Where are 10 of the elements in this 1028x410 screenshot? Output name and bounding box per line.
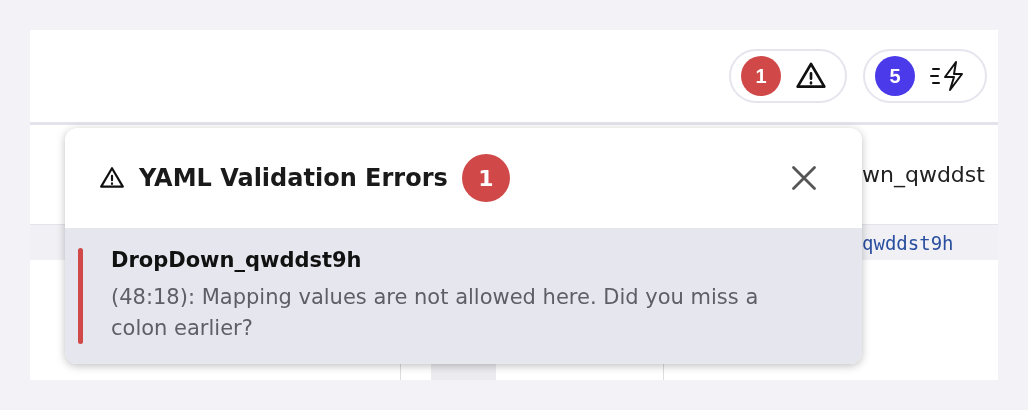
error-message: (48:18): Mapping values are not allowed here. Did you miss a colon earlier? (111, 284, 760, 342)
error-count: 1 (461, 154, 510, 202)
errors-button[interactable]: 1 (729, 49, 847, 103)
popover-title: YAML Validation Errors (139, 164, 448, 192)
table-cell: qwddst9h (862, 231, 954, 254)
warning-icon (99, 165, 125, 191)
error-source: DropDown_qwddst9h (111, 248, 363, 272)
error-item[interactable]: DropDown_qwddst9h (48:18): Mapping values are not allowed here. Did you miss a colon earlier? (65, 228, 862, 364)
actions-button[interactable]: 5 (863, 49, 987, 103)
table-cell: wn_qwddst (862, 162, 985, 187)
